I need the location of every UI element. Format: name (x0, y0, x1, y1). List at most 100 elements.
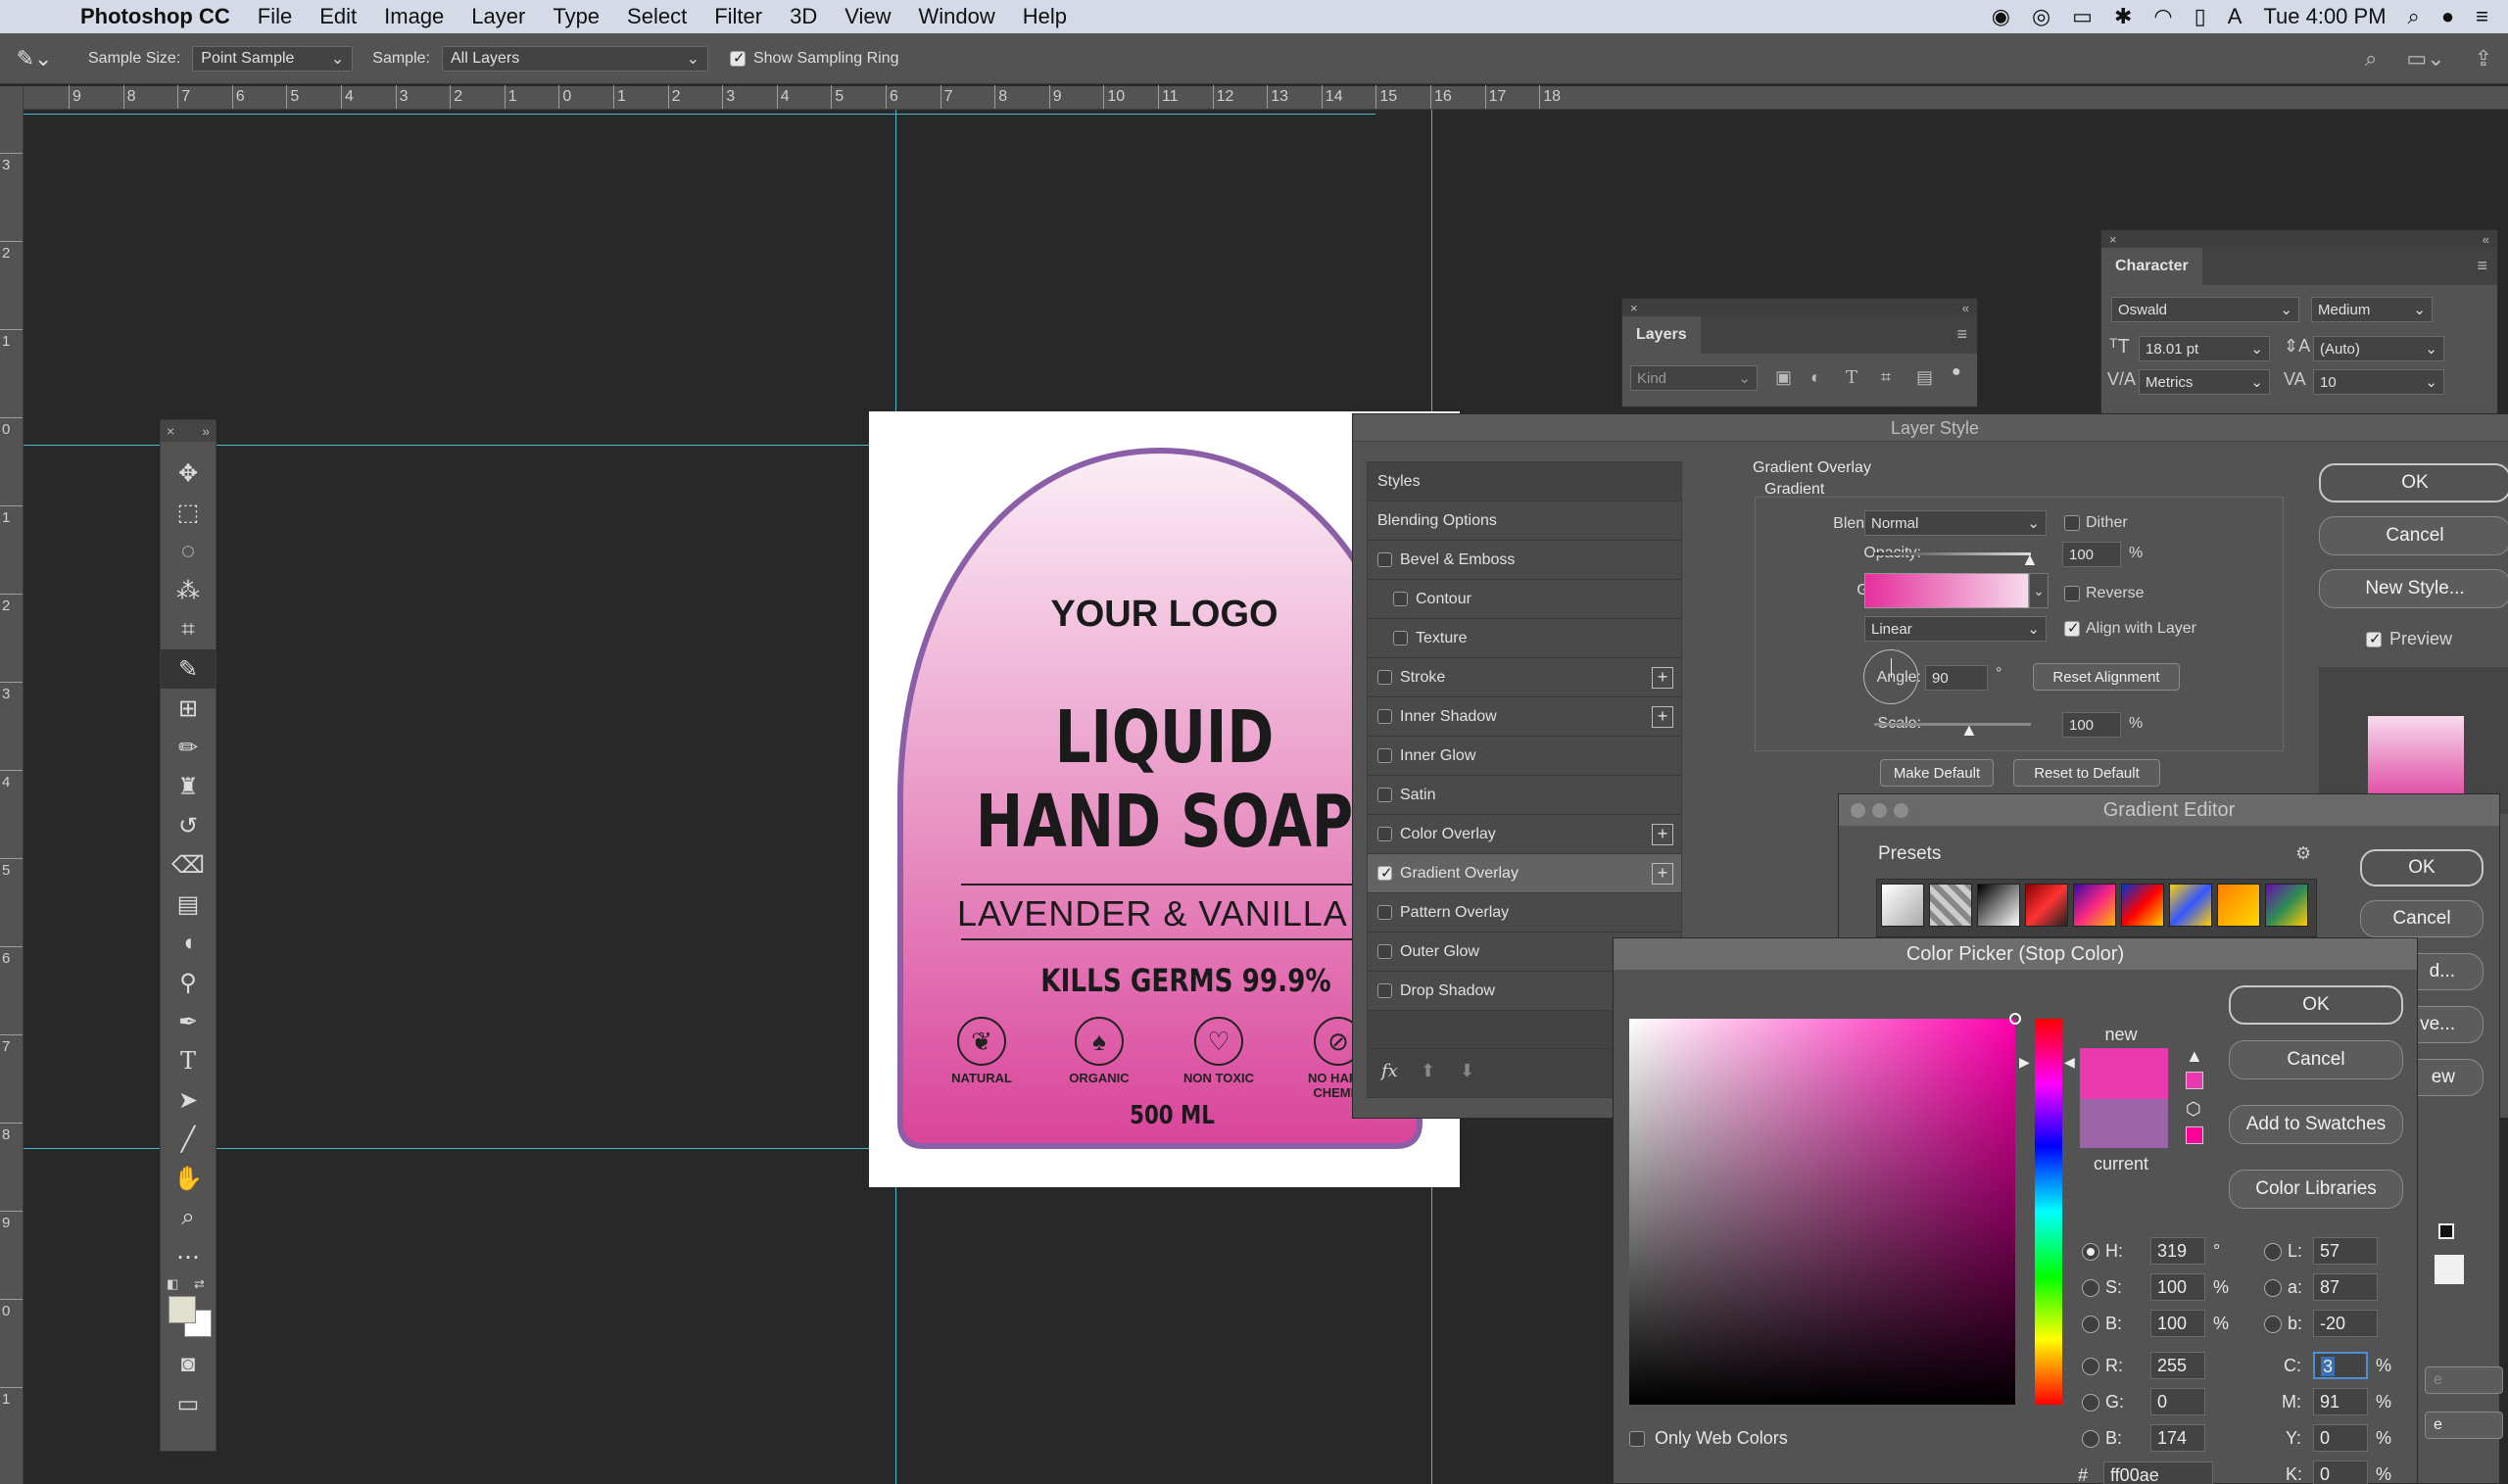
path-selection-icon[interactable]: ➤ (161, 1080, 216, 1120)
gradient-preview-swatch[interactable] (1864, 573, 2029, 608)
gradient-preset-swatch[interactable] (2265, 884, 2308, 927)
layer-kind-filter[interactable]: Kind ⌄ (1630, 365, 1758, 391)
window-zoom-icon[interactable] (1894, 803, 1908, 818)
menu-file[interactable]: File (244, 0, 306, 33)
quick-mask-icon[interactable]: ◙ (161, 1345, 216, 1384)
style-row-checkbox[interactable] (1393, 592, 1408, 606)
style-row[interactable]: Satin (1368, 776, 1681, 815)
lightness-field[interactable]: 57 (2313, 1237, 2378, 1265)
styles-header[interactable]: Styles (1368, 462, 1681, 502)
eyedropper-preset-icon[interactable]: ✎⌄ (0, 46, 69, 72)
style-row-checkbox[interactable] (1377, 827, 1392, 841)
menu-app-name[interactable]: Photoshop CC (80, 0, 244, 33)
style-row-checkbox[interactable] (1377, 944, 1392, 959)
add-style-icon[interactable]: + (1652, 667, 1673, 689)
history-brush-icon[interactable]: ↺ (161, 806, 216, 845)
reset-to-default-button[interactable]: Reset to Default (2013, 759, 2160, 787)
style-row[interactable]: Inner Shadow + (1368, 697, 1681, 737)
saturation-radio[interactable] (2082, 1279, 2099, 1297)
style-row-checkbox[interactable] (1377, 788, 1392, 802)
color-picker-title[interactable]: Color Picker (Stop Color) (1614, 938, 2417, 970)
red-field[interactable]: 255 (2150, 1352, 2205, 1379)
menu-clock[interactable]: Tue 4:00 PM (2263, 4, 2386, 29)
gear-icon[interactable]: ⚙ (2295, 843, 2311, 864)
style-row-checkbox[interactable] (1377, 552, 1392, 567)
ruler-left[interactable]: 3 2 1 0 1 2 3 4 5 6 7 8 9 0 1 (0, 86, 24, 1484)
ok-button[interactable]: OK (2360, 849, 2484, 886)
close-icon[interactable]: × (1630, 301, 1638, 315)
out-of-gamut-warning-icon[interactable]: ▲ (2186, 1046, 2203, 1067)
style-row[interactable]: Contour (1368, 580, 1681, 619)
input-source-icon[interactable]: A (2228, 4, 2243, 29)
add-style-icon[interactable]: + (1652, 824, 1673, 845)
style-row[interactable]: Pattern Overlay (1368, 893, 1681, 933)
type-tool-icon[interactable]: T (161, 1041, 216, 1080)
red-radio[interactable] (2082, 1358, 2099, 1375)
gradient-preset-swatch[interactable] (1929, 884, 1972, 927)
opacity-slider-thumb[interactable]: ▲ (2021, 550, 2039, 570)
only-web-colors-checkbox[interactable] (1629, 1431, 1645, 1447)
clone-stamp-icon[interactable]: ♜ (161, 767, 216, 806)
cyan-field[interactable]: 3 (2313, 1352, 2368, 1379)
collapse-icon[interactable]: « (2483, 232, 2489, 247)
green-radio[interactable] (2082, 1394, 2099, 1412)
healing-brush-icon[interactable]: ⊞ (161, 689, 216, 728)
cancel-button[interactable]: Cancel (2360, 900, 2484, 937)
style-row[interactable]: Stroke + (1368, 658, 1681, 697)
smart-object-filter-icon[interactable]: ▤ (1916, 367, 1933, 388)
style-row[interactable]: Texture (1368, 619, 1681, 658)
eraser-tool-icon[interactable]: ⌫ (161, 845, 216, 885)
blue-field[interactable]: 174 (2150, 1424, 2205, 1452)
menu-layer[interactable]: Layer (458, 0, 539, 33)
cancel-button[interactable]: Cancel (2229, 1040, 2403, 1079)
spotlight-icon[interactable]: ⌕ (2408, 4, 2420, 29)
scale-field[interactable]: 100 (2062, 712, 2121, 738)
share-icon[interactable]: ⇪ (2475, 46, 2492, 72)
menu-select[interactable]: Select (613, 0, 700, 33)
menu-window[interactable]: Window (905, 0, 1009, 33)
filter-toggle-icon[interactable]: ● (1952, 363, 1961, 381)
leading-field[interactable]: (Auto) ⌄ (2313, 336, 2444, 361)
hex-field[interactable]: ff00ae (2103, 1461, 2213, 1484)
close-icon[interactable]: × (2109, 232, 2117, 247)
tab-character[interactable]: Character (2101, 248, 2202, 285)
collapse-icon[interactable]: » (202, 423, 210, 439)
angle-field[interactable]: 90 (1925, 665, 1988, 691)
preview-checkbox[interactable] (2366, 630, 2382, 647)
sync-icon[interactable]: ◎ (2032, 4, 2050, 29)
collapse-icon[interactable]: « (1962, 301, 1969, 315)
align-with-layer-checkbox[interactable] (2064, 619, 2080, 637)
font-size-field[interactable]: 18.01 pt ⌄ (2139, 336, 2270, 361)
dodge-tool-icon[interactable]: ⚲ (161, 963, 216, 1002)
style-row-checkbox[interactable] (1377, 748, 1392, 763)
opacity-field[interactable]: 100 (2062, 542, 2121, 567)
siri-icon[interactable]: ● (2441, 4, 2454, 29)
fx-icon[interactable]: fx (1381, 1061, 1398, 1081)
hue-slider[interactable] (2035, 1019, 2062, 1405)
angle-dial[interactable] (1863, 649, 1918, 704)
hue-slider-left-arrow[interactable]: ▶ (2019, 1054, 2030, 1071)
tracking-field[interactable]: 10 ⌄ (2313, 369, 2444, 395)
sample-size-select[interactable]: Point Sample ⌄ (192, 45, 354, 72)
add-to-swatches-button[interactable]: Add to Swatches (2229, 1105, 2403, 1144)
saturation-field[interactable]: 100 (2150, 1273, 2205, 1301)
scale-slider-thumb[interactable]: ▲ (1960, 720, 1978, 741)
brightness-radio[interactable] (2082, 1316, 2099, 1333)
style-row[interactable]: Inner Glow (1368, 737, 1681, 776)
magenta-field[interactable]: 91 (2313, 1388, 2368, 1415)
move-up-icon[interactable]: ⬆ (1421, 1061, 1435, 1081)
reset-alignment-button[interactable]: Reset Alignment (2033, 663, 2180, 691)
hand-tool-icon[interactable]: ✋ (161, 1159, 216, 1198)
gradient-preset-swatch[interactable] (2121, 884, 2164, 927)
opacity-stop-swatch[interactable] (2435, 1255, 2464, 1284)
gradient-preset-swatch[interactable] (2217, 884, 2260, 927)
gradient-preset-swatch[interactable] (1977, 884, 2020, 927)
window-minimize-icon[interactable] (1872, 803, 1887, 818)
workspace-icon[interactable]: ▭⌄ (2406, 46, 2444, 72)
hue-slider-right-arrow[interactable]: ◀ (2064, 1054, 2075, 1071)
guide-horizontal[interactable] (24, 114, 1375, 115)
menu-image[interactable]: Image (370, 0, 458, 33)
reverse-checkbox[interactable] (2064, 586, 2080, 601)
brush-tool-icon[interactable]: ✏ (161, 728, 216, 767)
type-filter-icon[interactable]: T (1846, 367, 1857, 388)
